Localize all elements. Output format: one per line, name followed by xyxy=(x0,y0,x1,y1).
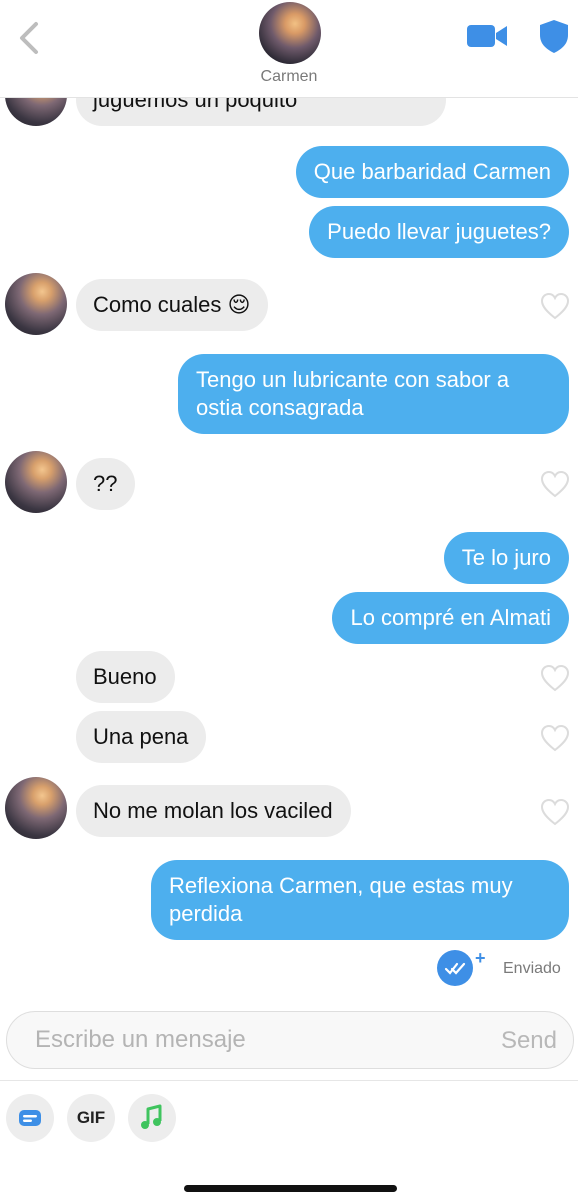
like-heart-icon[interactable] xyxy=(540,664,570,692)
music-note-icon xyxy=(141,1104,162,1129)
contact-avatar[interactable] xyxy=(5,777,67,839)
incoming-message: ?? xyxy=(76,458,136,510)
contact-avatar[interactable] xyxy=(5,273,67,335)
sticker-button[interactable] xyxy=(6,1094,54,1142)
contact-name[interactable]: Carmen xyxy=(0,68,578,86)
gif-label: GIF xyxy=(76,1108,106,1127)
sticker-icon xyxy=(19,1110,41,1126)
send-button[interactable]: Send xyxy=(501,1027,557,1055)
incoming-message: Como cuales 😌 xyxy=(76,279,269,331)
chat-header: Carmen xyxy=(0,0,578,98)
double-check-icon xyxy=(437,950,473,986)
sent-label: Enviado xyxy=(503,960,561,977)
contact-avatar[interactable] xyxy=(259,2,321,64)
incoming-message: Bueno xyxy=(76,651,175,703)
outgoing-message: Que barbaridad Carmen xyxy=(295,146,569,198)
like-heart-icon[interactable] xyxy=(540,798,570,826)
contact-avatar[interactable] xyxy=(5,451,67,513)
outgoing-message: Reflexiona Carmen, que estas muy perdida xyxy=(151,860,569,940)
shield-icon[interactable] xyxy=(538,18,570,54)
like-heart-icon[interactable] xyxy=(540,292,570,320)
message-composer: Send xyxy=(6,1011,574,1069)
gif-button[interactable]: GIF xyxy=(67,1094,115,1142)
sent-status: + Enviado xyxy=(437,948,577,990)
outgoing-message: Lo compré en Almati xyxy=(332,592,569,644)
incoming-message: Una pena xyxy=(76,711,207,763)
video-camera-icon[interactable] xyxy=(466,22,508,50)
plus-icon: + xyxy=(475,948,486,968)
music-button[interactable] xyxy=(128,1094,176,1142)
chevron-left-icon[interactable] xyxy=(12,18,46,58)
outgoing-message: Puedo llevar juguetes? xyxy=(309,206,569,258)
divider xyxy=(0,1080,578,1081)
like-heart-icon[interactable] xyxy=(540,470,570,498)
chat-screen: juguemos un poquito Que barbaridad Carme… xyxy=(0,0,578,1200)
outgoing-message: Te lo juro xyxy=(443,532,569,584)
home-indicator[interactable] xyxy=(184,1185,397,1192)
message-input[interactable] xyxy=(35,1020,465,1060)
outgoing-message: Tengo un lubricante con sabor a ostia co… xyxy=(178,354,569,434)
incoming-message: No me molan los vaciled xyxy=(76,785,351,837)
like-heart-icon[interactable] xyxy=(540,724,570,752)
